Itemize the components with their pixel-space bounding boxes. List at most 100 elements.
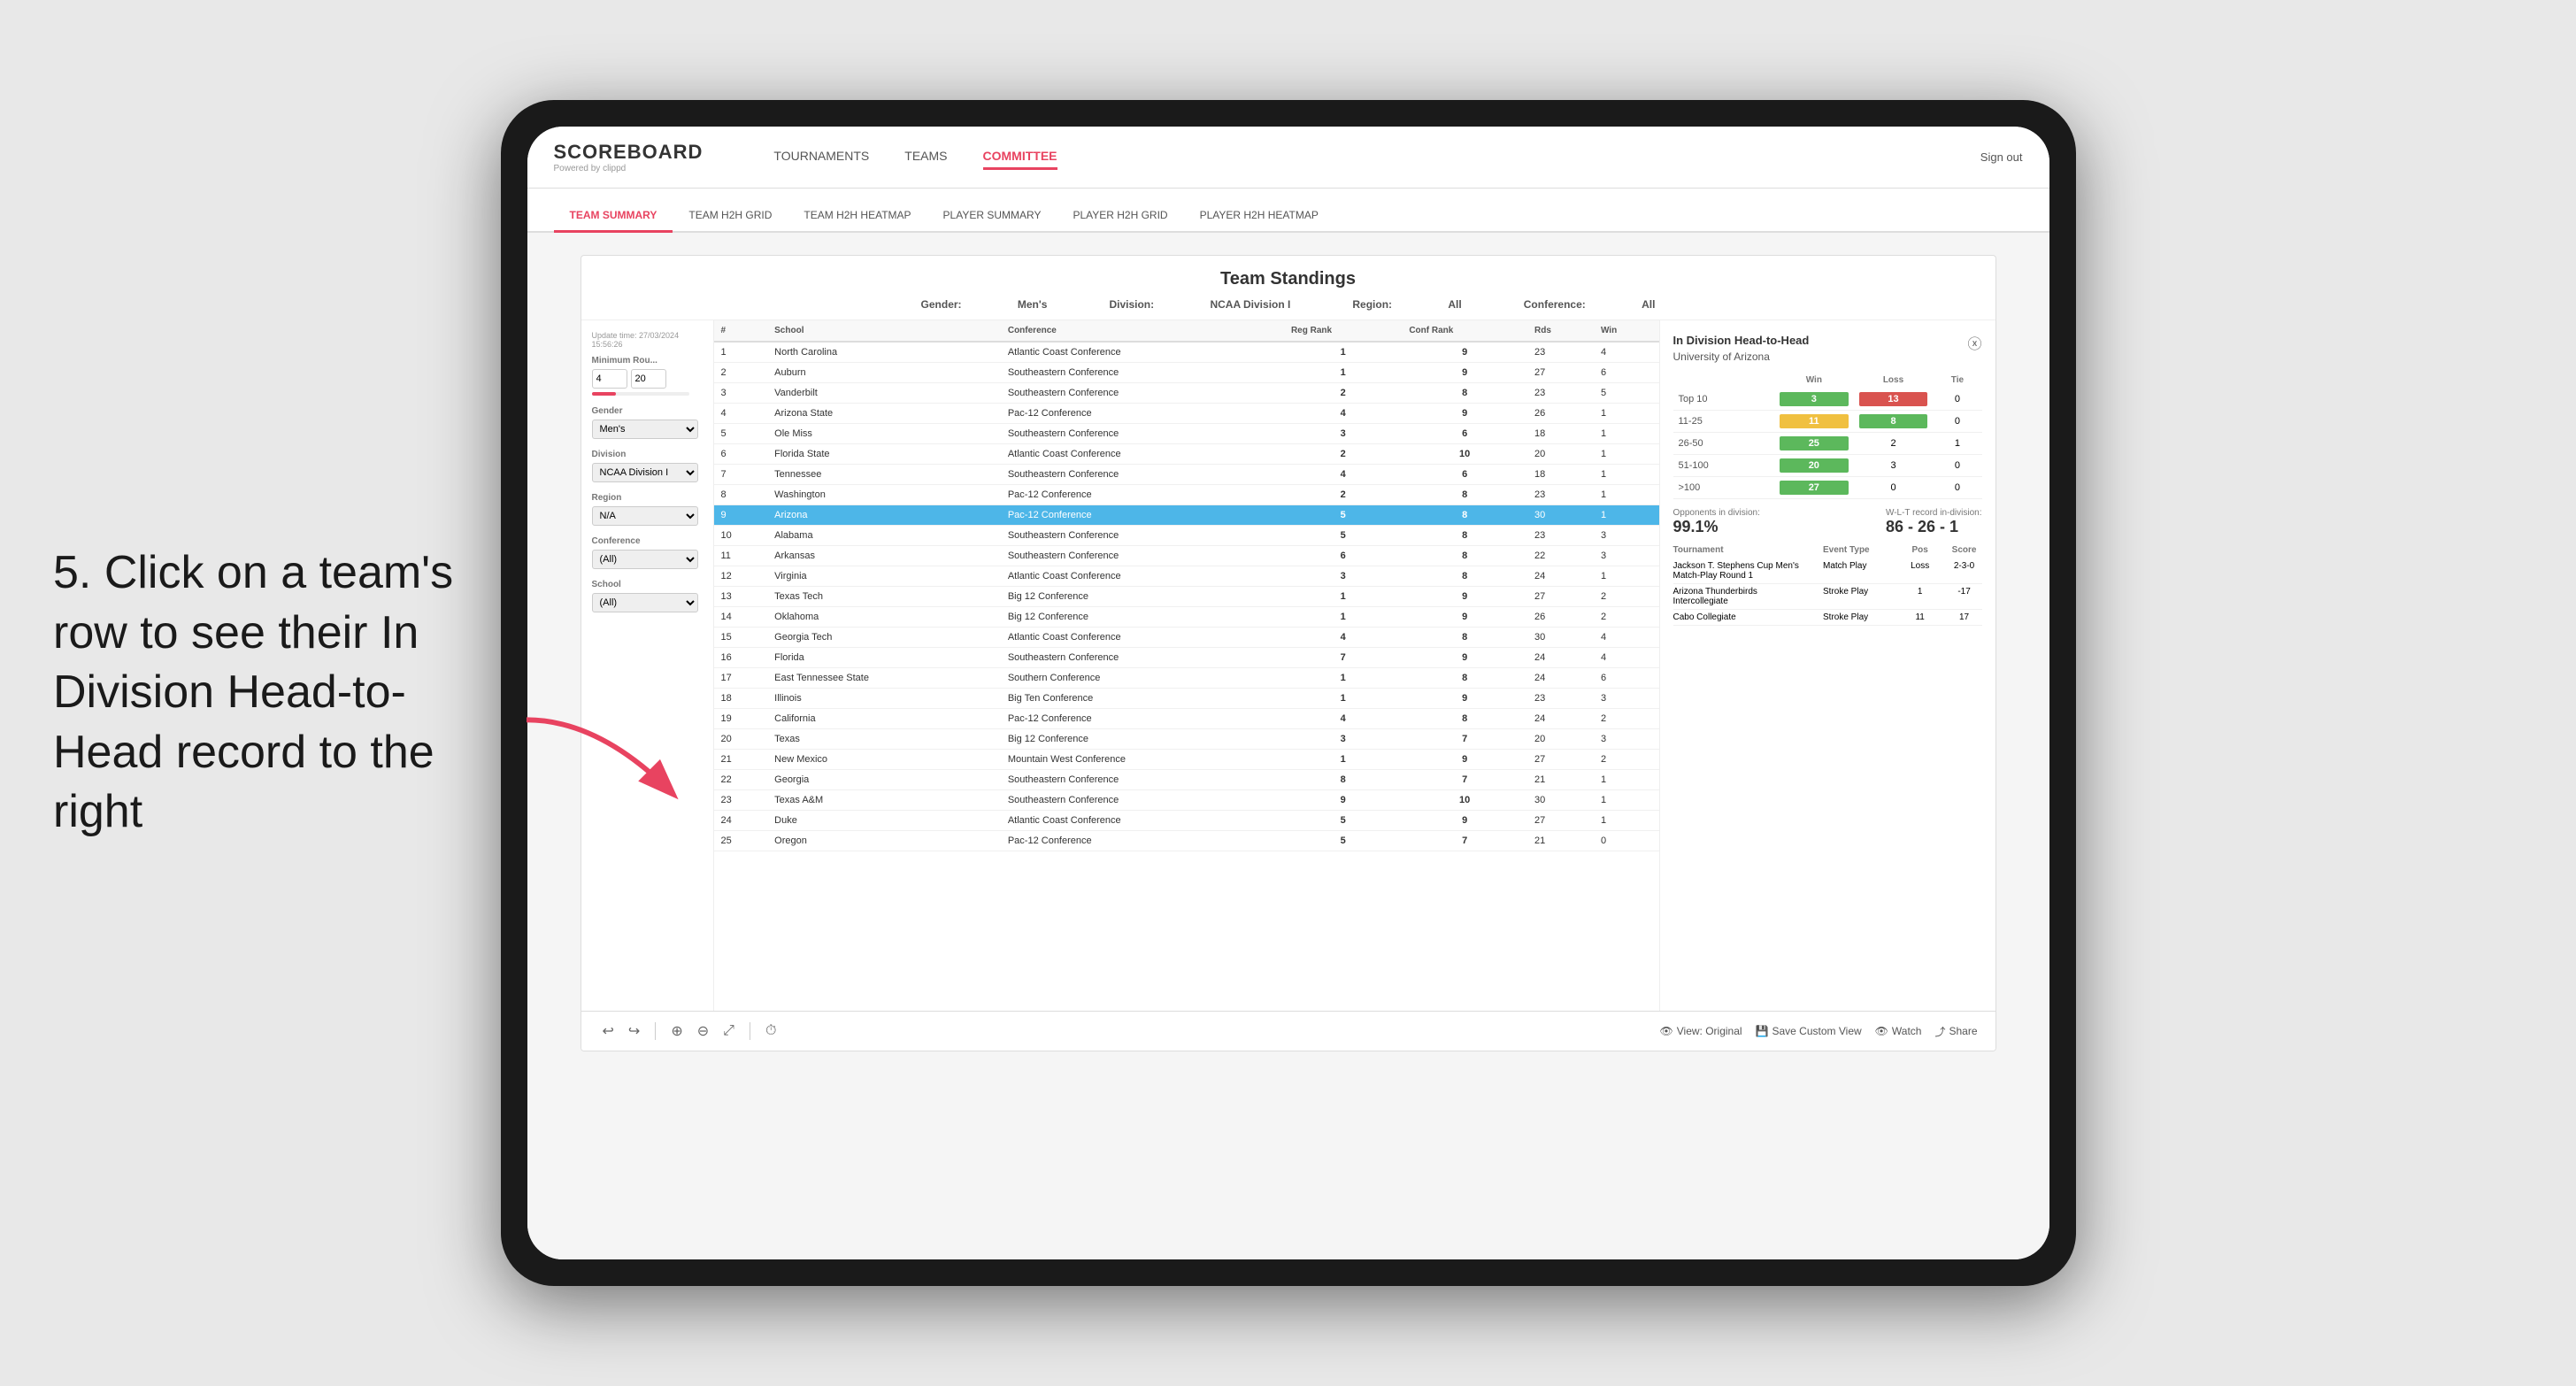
tab-player-h2h-heatmap[interactable]: PLAYER H2H HEATMAP xyxy=(1184,200,1334,233)
table-row[interactable]: 11 Arkansas Southeastern Conference 6 8 … xyxy=(714,546,1659,566)
nav-teams[interactable]: TEAMS xyxy=(904,144,947,170)
share-button[interactable]: ⤴ Share xyxy=(1934,1024,1977,1039)
cell-school: Tennessee xyxy=(767,465,1001,485)
table-row[interactable]: 18 Illinois Big Ten Conference 1 9 23 3 xyxy=(714,689,1659,709)
table-row[interactable]: 10 Alabama Southeastern Conference 5 8 2… xyxy=(714,526,1659,546)
table-row[interactable]: 24 Duke Atlantic Coast Conference 5 9 27… xyxy=(714,811,1659,831)
division-select[interactable]: NCAA Division I xyxy=(592,463,698,482)
tab-player-summary[interactable]: PLAYER SUMMARY xyxy=(927,200,1057,233)
nav-tournaments[interactable]: TOURNAMENTS xyxy=(773,144,869,170)
main-nav: TOURNAMENTS TEAMS COMMITTEE xyxy=(773,144,1057,170)
table-row[interactable]: 4 Arizona State Pac-12 Conference 4 9 26… xyxy=(714,404,1659,424)
conference-select[interactable]: (All) xyxy=(592,550,698,569)
h2h-row-11-25[interactable]: 11-25 11 8 0 xyxy=(1673,411,1982,433)
h2h-tie-51100: 0 xyxy=(1933,455,1981,477)
table-row[interactable]: 1 North Carolina Atlantic Coast Conferen… xyxy=(714,342,1659,363)
h2h-range-top10: Top 10 xyxy=(1673,389,1774,411)
tourn-row-1[interactable]: Jackson T. Stephens Cup Men's Match-Play… xyxy=(1673,558,1982,584)
table-row[interactable]: 15 Georgia Tech Atlantic Coast Conferenc… xyxy=(714,628,1659,648)
region-select[interactable]: N/A xyxy=(592,506,698,526)
school-select[interactable]: (All) xyxy=(592,593,698,612)
table-row[interactable]: 22 Georgia Southeastern Conference 8 7 2… xyxy=(714,770,1659,790)
tab-team-h2h-grid[interactable]: TEAM H2H GRID xyxy=(673,200,788,233)
cell-school: Georgia Tech xyxy=(767,628,1001,648)
cell-rank: 14 xyxy=(714,607,768,628)
cell-conference: Southeastern Conference xyxy=(1001,526,1284,546)
h2h-loss-100plus: 0 xyxy=(1854,477,1934,499)
cell-conf-rank: 8 xyxy=(1402,566,1527,587)
table-row[interactable]: 16 Florida Southeastern Conference 7 9 2… xyxy=(714,648,1659,668)
table-row[interactable]: 14 Oklahoma Big 12 Conference 1 9 26 2 xyxy=(714,607,1659,628)
cell-school: New Mexico xyxy=(767,750,1001,770)
cell-conf-rank: 7 xyxy=(1402,729,1527,750)
tourn-score-1: 2-3-0 xyxy=(1947,561,1982,581)
h2h-row-100plus[interactable]: >100 27 0 0 xyxy=(1673,477,1982,499)
cell-reg-rank: 2 xyxy=(1284,444,1402,465)
table-row[interactable]: 12 Virginia Atlantic Coast Conference 3 … xyxy=(714,566,1659,587)
view-original-label: View: Original xyxy=(1677,1025,1742,1037)
instruction-text: 5. Click on a team's row to see their In… xyxy=(53,543,496,843)
h2h-row-26-50[interactable]: 26-50 25 2 1 xyxy=(1673,433,1982,455)
tourn-row-3[interactable]: Cabo Collegiate Stroke Play 11 17 xyxy=(1673,610,1982,626)
cell-reg-rank: 2 xyxy=(1284,485,1402,505)
h2h-close-button[interactable]: ⓧ xyxy=(1967,332,1981,353)
table-row[interactable]: 21 New Mexico Mountain West Conference 1… xyxy=(714,750,1659,770)
table-row[interactable]: 23 Texas A&M Southeastern Conference 9 1… xyxy=(714,790,1659,811)
cell-reg-rank: 4 xyxy=(1284,628,1402,648)
cell-win: 1 xyxy=(1594,444,1659,465)
table-row[interactable]: 20 Texas Big 12 Conference 3 7 20 3 xyxy=(714,729,1659,750)
panel-header: Team Standings Gender: Men's Division: N… xyxy=(581,256,1995,320)
table-row[interactable]: 25 Oregon Pac-12 Conference 5 7 21 0 xyxy=(714,831,1659,851)
table-row[interactable]: 7 Tennessee Southeastern Conference 4 6 … xyxy=(714,465,1659,485)
share-icon: ⤴ xyxy=(1934,1024,1945,1039)
cell-school: Alabama xyxy=(767,526,1001,546)
h2h-row-top10[interactable]: Top 10 3 13 0 xyxy=(1673,389,1982,411)
fit-button[interactable]: ⤢ xyxy=(719,1021,738,1041)
cell-school: Auburn xyxy=(767,363,1001,383)
clock-button[interactable]: ⏱ xyxy=(762,1021,780,1041)
tab-player-h2h-grid[interactable]: PLAYER H2H GRID xyxy=(1057,200,1183,233)
table-row[interactable]: 6 Florida State Atlantic Coast Conferenc… xyxy=(714,444,1659,465)
table-row[interactable]: 9 Arizona Pac-12 Conference 5 8 30 1 xyxy=(714,505,1659,526)
zoom-in-button[interactable]: ⊕ xyxy=(667,1020,686,1042)
h2h-tie-top10: 0 xyxy=(1933,389,1981,411)
h2h-range-2650: 26-50 xyxy=(1673,433,1774,455)
cell-conf-rank: 8 xyxy=(1402,709,1527,729)
cell-school: Oklahoma xyxy=(767,607,1001,628)
h2h-loss-1125: 8 xyxy=(1854,411,1934,433)
panel-filters: Gender: Men's Division: NCAA Division I … xyxy=(599,298,1978,311)
tablet-device: SCOREBOARD Powered by clippd TOURNAMENTS… xyxy=(501,100,2076,1286)
tab-team-h2h-heatmap[interactable]: TEAM H2H HEATMAP xyxy=(788,200,927,233)
filter-group-division: Division NCAA Division I xyxy=(592,450,703,482)
gender-select[interactable]: Men's xyxy=(592,420,698,439)
redo-button[interactable]: ↪ xyxy=(625,1020,643,1042)
save-custom-button[interactable]: 💾 Save Custom View xyxy=(1756,1025,1862,1037)
tourn-row-2[interactable]: Arizona Thunderbirds Intercollegiate Str… xyxy=(1673,584,1982,610)
nav-committee[interactable]: COMMITTEE xyxy=(983,144,1057,170)
table-row[interactable]: 3 Vanderbilt Southeastern Conference 2 8… xyxy=(714,383,1659,404)
cell-rds: 20 xyxy=(1527,444,1594,465)
filter-group-conference: Conference (All) xyxy=(592,536,703,569)
cell-conference: Southeastern Conference xyxy=(1001,465,1284,485)
min-rounds-input[interactable] xyxy=(592,369,627,389)
cell-win: 3 xyxy=(1594,546,1659,566)
table-row[interactable]: 17 East Tennessee State Southern Confere… xyxy=(714,668,1659,689)
tourn-pos-1: Loss xyxy=(1903,561,1938,581)
tab-team-summary[interactable]: TEAM SUMMARY xyxy=(554,200,673,233)
view-original-button[interactable]: 👁 View: Original xyxy=(1660,1025,1742,1037)
table-row[interactable]: 19 California Pac-12 Conference 4 8 24 2 xyxy=(714,709,1659,729)
table-row[interactable]: 8 Washington Pac-12 Conference 2 8 23 1 xyxy=(714,485,1659,505)
h2h-row-51-100[interactable]: 51-100 20 3 0 xyxy=(1673,455,1982,477)
table-row[interactable]: 5 Ole Miss Southeastern Conference 3 6 1… xyxy=(714,424,1659,444)
zoom-out-button[interactable]: ⊖ xyxy=(694,1020,712,1042)
table-row[interactable]: 13 Texas Tech Big 12 Conference 1 9 27 2 xyxy=(714,587,1659,607)
cell-rds: 30 xyxy=(1527,628,1594,648)
undo-button[interactable]: ↩ xyxy=(599,1020,618,1042)
table-row[interactable]: 2 Auburn Southeastern Conference 1 9 27 … xyxy=(714,363,1659,383)
sign-out-button[interactable]: Sign out xyxy=(1980,150,2023,164)
h2h-win-100plus: 27 xyxy=(1774,477,1854,499)
cell-rds: 24 xyxy=(1527,709,1594,729)
watch-button[interactable]: 👁 Watch xyxy=(1875,1025,1922,1037)
h2h-tournaments: Tournament Event Type Pos Score Jackson … xyxy=(1673,545,1982,626)
min-rounds-max-input[interactable] xyxy=(631,369,666,389)
